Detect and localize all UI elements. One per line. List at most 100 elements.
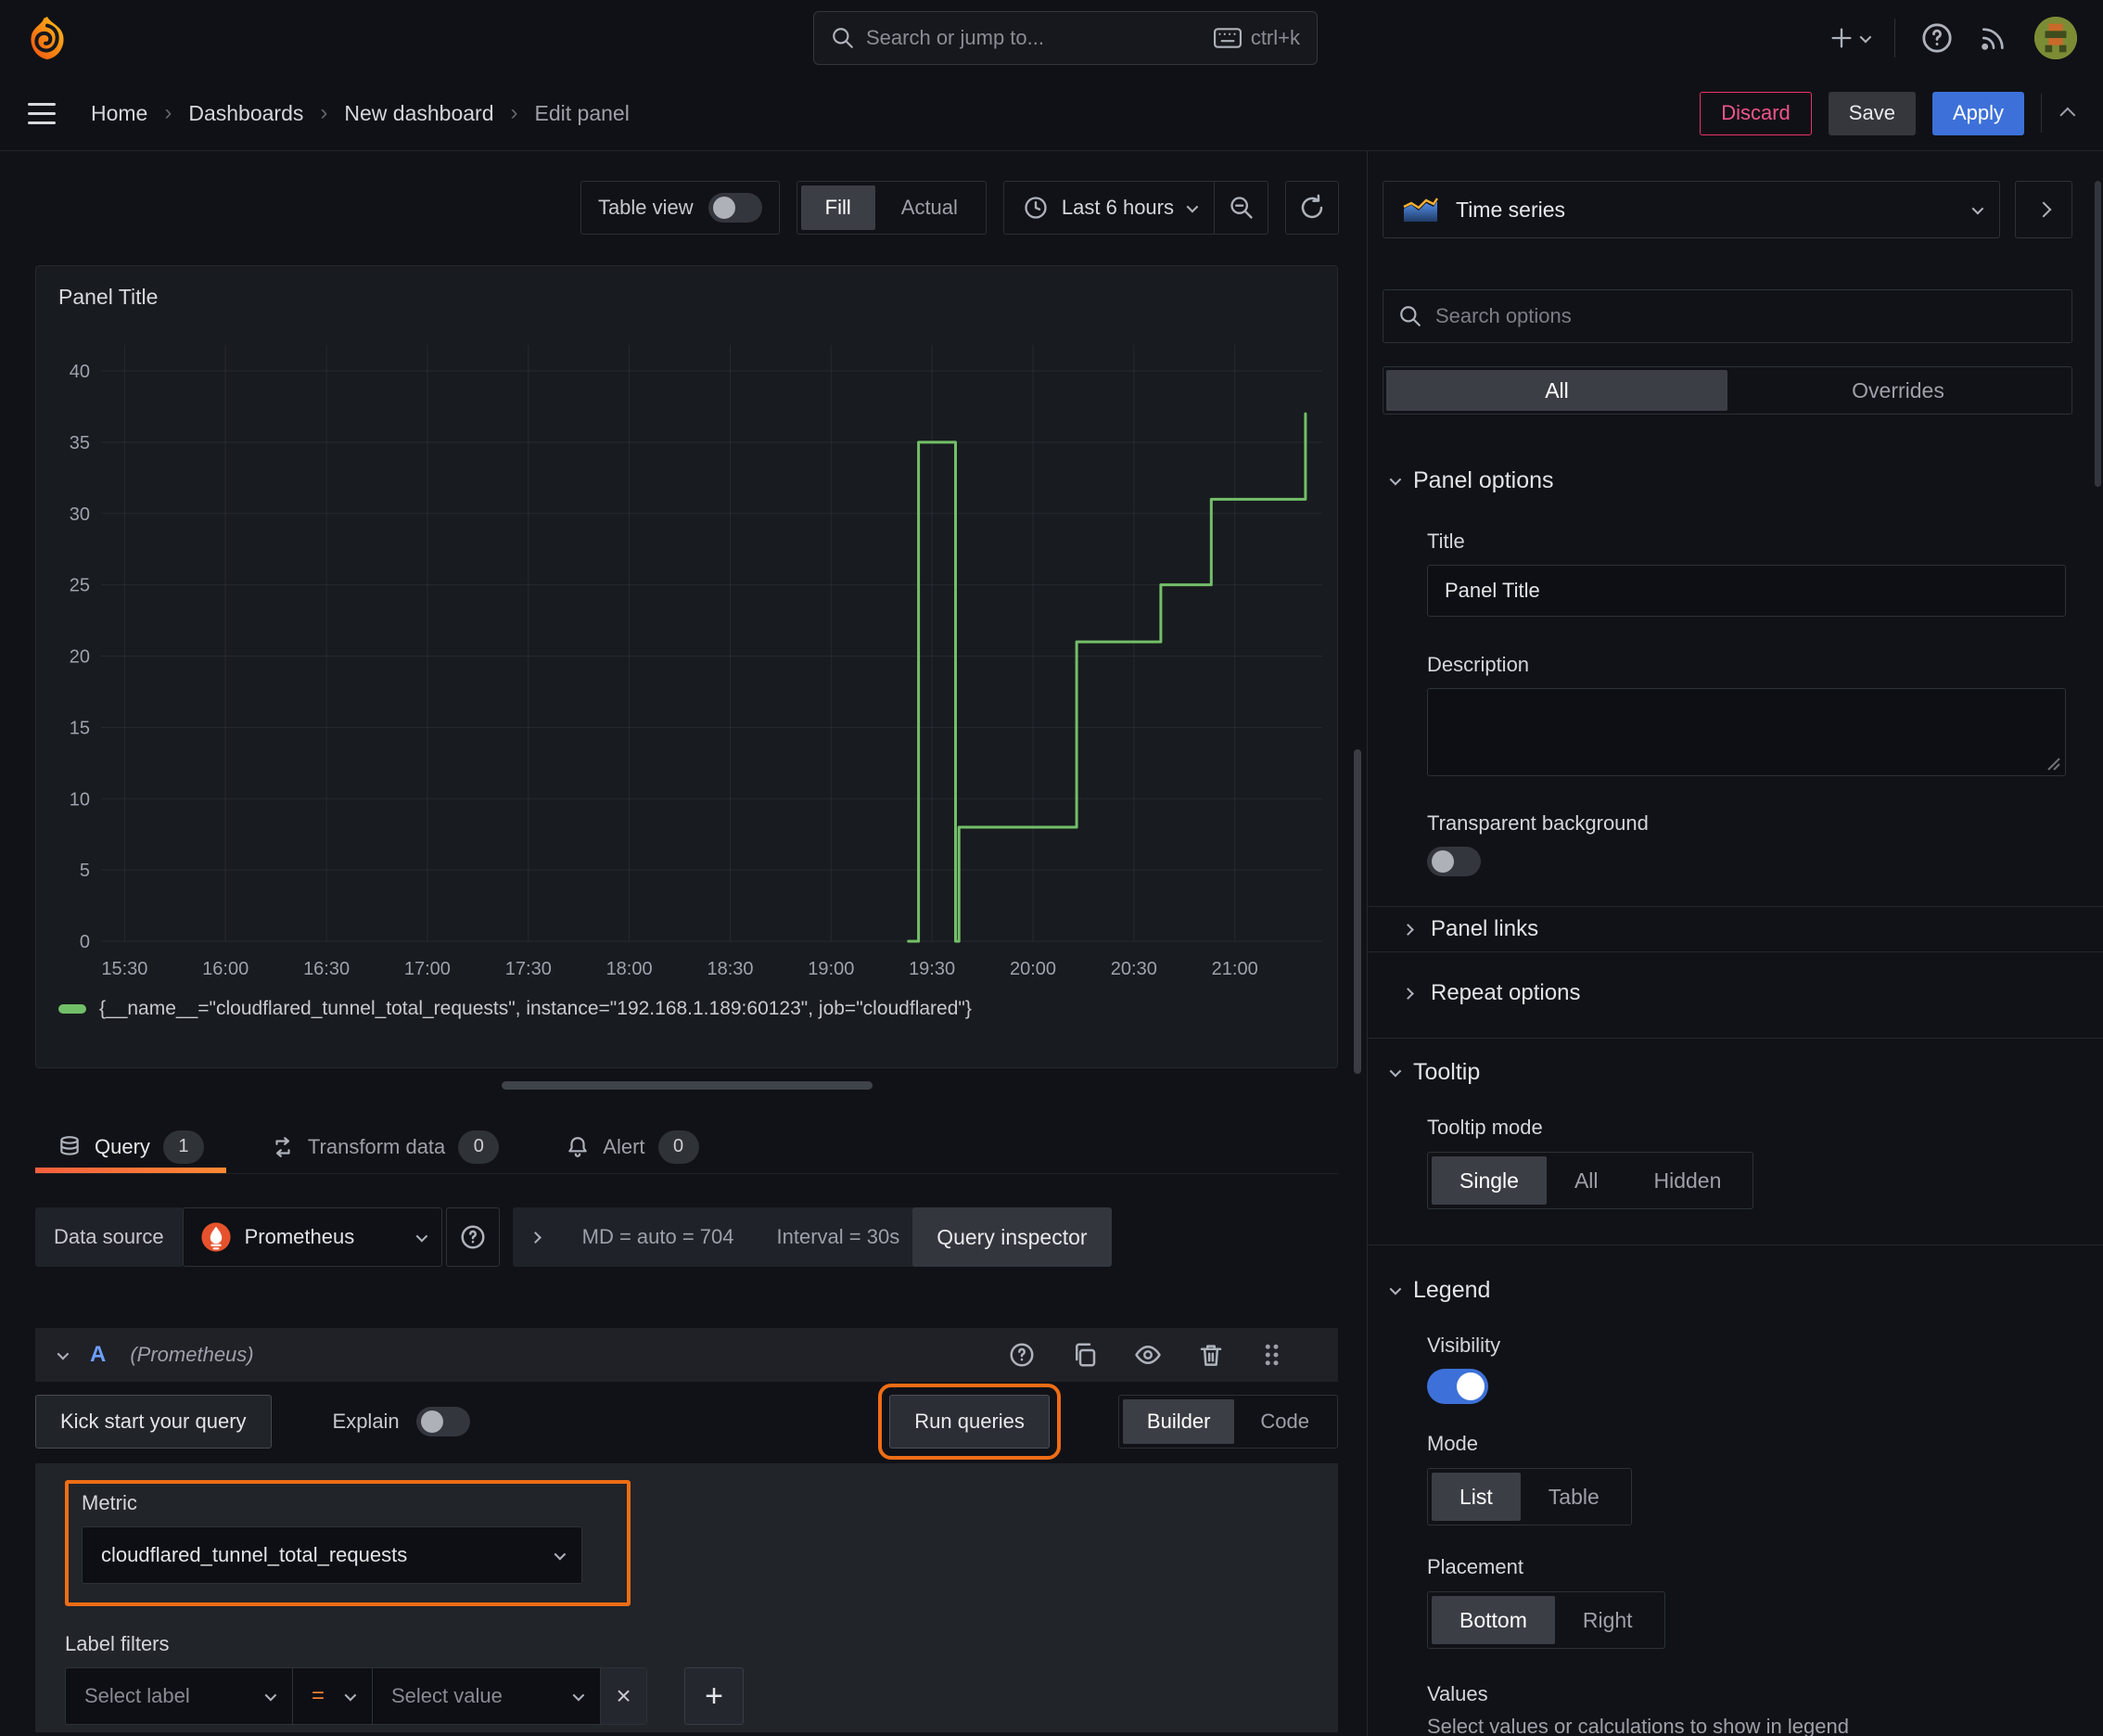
time-range-picker[interactable]: Last 6 hours	[1004, 182, 1214, 234]
tooltip-header[interactable]: Tooltip	[1368, 1055, 2103, 1089]
help-button[interactable]	[1921, 22, 1953, 54]
legend-list-option[interactable]: List	[1432, 1473, 1521, 1521]
breadcrumb-dashboards[interactable]: Dashboards	[188, 101, 303, 126]
collapse-options-pane-button[interactable]	[2015, 181, 2072, 238]
legend-mode-label: Mode	[1427, 1432, 1479, 1455]
help-icon	[1922, 23, 1952, 53]
panel-options-header[interactable]: Panel options	[1368, 464, 2103, 497]
fill-option[interactable]: Fill	[800, 185, 875, 230]
resize-grip-icon[interactable]	[2045, 755, 2061, 772]
query-options-bar[interactable]: MD = auto = 704 Interval = 30s	[512, 1207, 924, 1267]
svg-text:10: 10	[70, 789, 90, 810]
explain-toggle[interactable]	[415, 1407, 470, 1436]
table-view-label: Table view	[597, 196, 694, 219]
refresh-button[interactable]	[1285, 181, 1339, 235]
svg-text:17:30: 17:30	[505, 959, 552, 979]
kickstart-query-button[interactable]: Kick start your query	[35, 1395, 272, 1449]
tab-overrides[interactable]: Overrides	[1727, 370, 2069, 411]
search-options-input[interactable]: Search options	[1383, 289, 2072, 343]
breadcrumb-new-dashboard[interactable]: New dashboard	[344, 101, 493, 126]
legend-mode-group: List Table	[1427, 1468, 1632, 1525]
viz-name: Time series	[1456, 197, 1565, 222]
time-series-viz-icon	[1403, 198, 1438, 222]
description-textarea[interactable]	[1427, 688, 2066, 776]
collapse-header-icon[interactable]	[2059, 107, 2076, 123]
panel-resize-handle[interactable]	[502, 1081, 873, 1090]
run-queries-button[interactable]: Run queries	[889, 1395, 1050, 1449]
query-inspector-button[interactable]: Query inspector	[912, 1207, 1112, 1267]
select-label-dropdown[interactable]: Select label	[65, 1667, 293, 1725]
metric-value: cloudflared_tunnel_total_requests	[101, 1543, 408, 1566]
svg-text:19:30: 19:30	[909, 959, 955, 979]
description-label: Description	[1427, 653, 1530, 676]
code-mode-option[interactable]: Code	[1236, 1399, 1333, 1444]
legend-table-option[interactable]: Table	[1521, 1473, 1627, 1521]
remove-filter-button[interactable]: ×	[601, 1667, 647, 1725]
datasource-row: Data source Prometheus MD = auto = 704 I…	[35, 1207, 1339, 1267]
panel-title-input[interactable]	[1427, 565, 2066, 617]
breadcrumb-edit-panel: Edit panel	[534, 100, 630, 125]
svg-text:18:00: 18:00	[606, 959, 653, 979]
legend-header[interactable]: Legend	[1368, 1273, 2103, 1307]
svg-text:16:30: 16:30	[303, 959, 350, 979]
svg-text:25: 25	[70, 576, 90, 596]
display-mode-group: Fill Actual	[796, 181, 987, 235]
tab-query[interactable]: Query 1	[35, 1120, 226, 1173]
tooltip-hidden-option[interactable]: Hidden	[1626, 1156, 1750, 1205]
operator-dropdown[interactable]: =	[293, 1667, 373, 1725]
search-options-placeholder: Search options	[1435, 304, 1572, 327]
panel-title[interactable]: Panel Title	[58, 285, 158, 310]
global-search-input[interactable]: Search or jump to... ctrl+k	[813, 11, 1318, 65]
builder-mode-option[interactable]: Builder	[1122, 1399, 1235, 1444]
tooltip-all-option[interactable]: All	[1547, 1156, 1626, 1205]
metric-select[interactable]: cloudflared_tunnel_total_requests	[82, 1526, 582, 1584]
select-value-dropdown[interactable]: Select value	[373, 1667, 601, 1725]
transparent-background-toggle[interactable]	[1427, 847, 1481, 876]
delete-query-icon[interactable]	[1197, 1341, 1225, 1369]
explain-label: Explain	[332, 1410, 400, 1433]
new-dropdown-button[interactable]	[1829, 25, 1872, 51]
tab-transform-data[interactable]: Transform data 0	[249, 1120, 521, 1173]
datasource-picker[interactable]: Prometheus	[182, 1207, 442, 1267]
add-filter-button[interactable]: +	[684, 1667, 744, 1725]
apply-button[interactable]: Apply	[1931, 91, 2024, 135]
max-data-points: MD = auto = 704	[581, 1225, 734, 1248]
query-help-icon[interactable]	[1008, 1341, 1036, 1369]
drag-handle-icon[interactable]	[1260, 1341, 1282, 1369]
menu-toggle-icon[interactable]	[28, 102, 56, 124]
main-scrollbar[interactable]	[1354, 749, 1361, 1074]
query-editor-card: A (Prometheus) Kick start your query Exp…	[35, 1328, 1338, 1732]
save-button[interactable]: Save	[1828, 91, 1916, 135]
datasource-help-button[interactable]	[445, 1207, 500, 1267]
refresh-icon	[1301, 194, 1323, 219]
hide-query-icon[interactable]	[1134, 1341, 1162, 1369]
discard-button[interactable]: Discard	[1700, 91, 1812, 135]
tooltip-mode-group: Single All Hidden	[1427, 1152, 1754, 1209]
tooltip-single-option[interactable]: Single	[1432, 1156, 1547, 1205]
visualization-picker[interactable]: Time series	[1383, 181, 2000, 238]
grafana-logo-icon[interactable]	[26, 15, 69, 61]
placement-right-option[interactable]: Right	[1555, 1596, 1661, 1644]
panel-links-section[interactable]: Panel links	[1368, 907, 2103, 951]
table-view-toggle[interactable]	[707, 193, 762, 223]
query-row-header[interactable]: A (Prometheus)	[35, 1328, 1338, 1382]
legend-item[interactable]: {__name__="cloudflared_tunnel_total_requ…	[58, 998, 972, 1020]
duplicate-query-icon[interactable]	[1071, 1341, 1099, 1369]
collapse-query-icon[interactable]	[57, 1347, 70, 1359]
tab-alert[interactable]: Alert 0	[543, 1120, 720, 1173]
tab-all[interactable]: All	[1386, 370, 1727, 411]
zoom-out-button[interactable]	[1214, 182, 1268, 234]
placement-bottom-option[interactable]: Bottom	[1432, 1596, 1555, 1644]
news-button[interactable]	[1979, 23, 2008, 53]
legend-visibility-toggle[interactable]	[1427, 1369, 1488, 1404]
expand-options-icon[interactable]	[529, 1231, 542, 1244]
tooltip-mode-label: Tooltip mode	[1427, 1116, 1543, 1139]
sidebar-scrollbar[interactable]	[2095, 181, 2101, 487]
svg-text:15: 15	[70, 718, 90, 738]
avatar[interactable]	[2034, 17, 2077, 59]
repeat-options-section[interactable]: Repeat options	[1368, 971, 2103, 1015]
actual-option[interactable]: Actual	[877, 185, 982, 230]
editor-mode-group: Builder Code	[1117, 1395, 1338, 1449]
grafana-app: Search or jump to... ctrl+k Home › Dashb…	[0, 0, 2103, 1736]
breadcrumb-home[interactable]: Home	[91, 101, 147, 126]
